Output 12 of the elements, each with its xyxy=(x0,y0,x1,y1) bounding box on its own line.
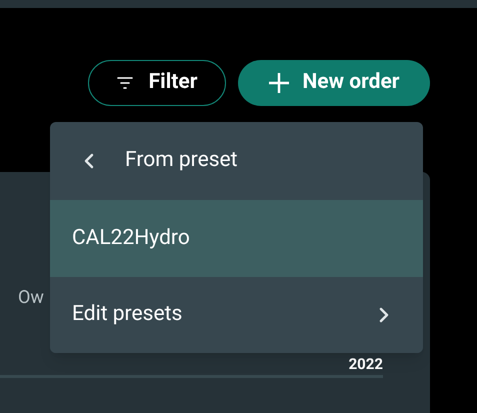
menu-item[interactable]: Edit presets xyxy=(50,276,423,353)
back-button[interactable] xyxy=(84,153,94,169)
filter-button[interactable]: Filter xyxy=(88,60,226,106)
plus-icon xyxy=(268,72,290,94)
new-order-button[interactable]: New order xyxy=(238,60,430,106)
year-label: 2022 xyxy=(348,357,383,372)
back-chevron-icon xyxy=(84,153,94,169)
menu-title: From preset xyxy=(125,147,238,174)
card-label: Ow xyxy=(18,286,44,310)
filter-icon xyxy=(116,77,133,89)
chevron-right-icon xyxy=(379,306,389,323)
menu-item[interactable]: CAL22Hydro xyxy=(50,200,423,276)
